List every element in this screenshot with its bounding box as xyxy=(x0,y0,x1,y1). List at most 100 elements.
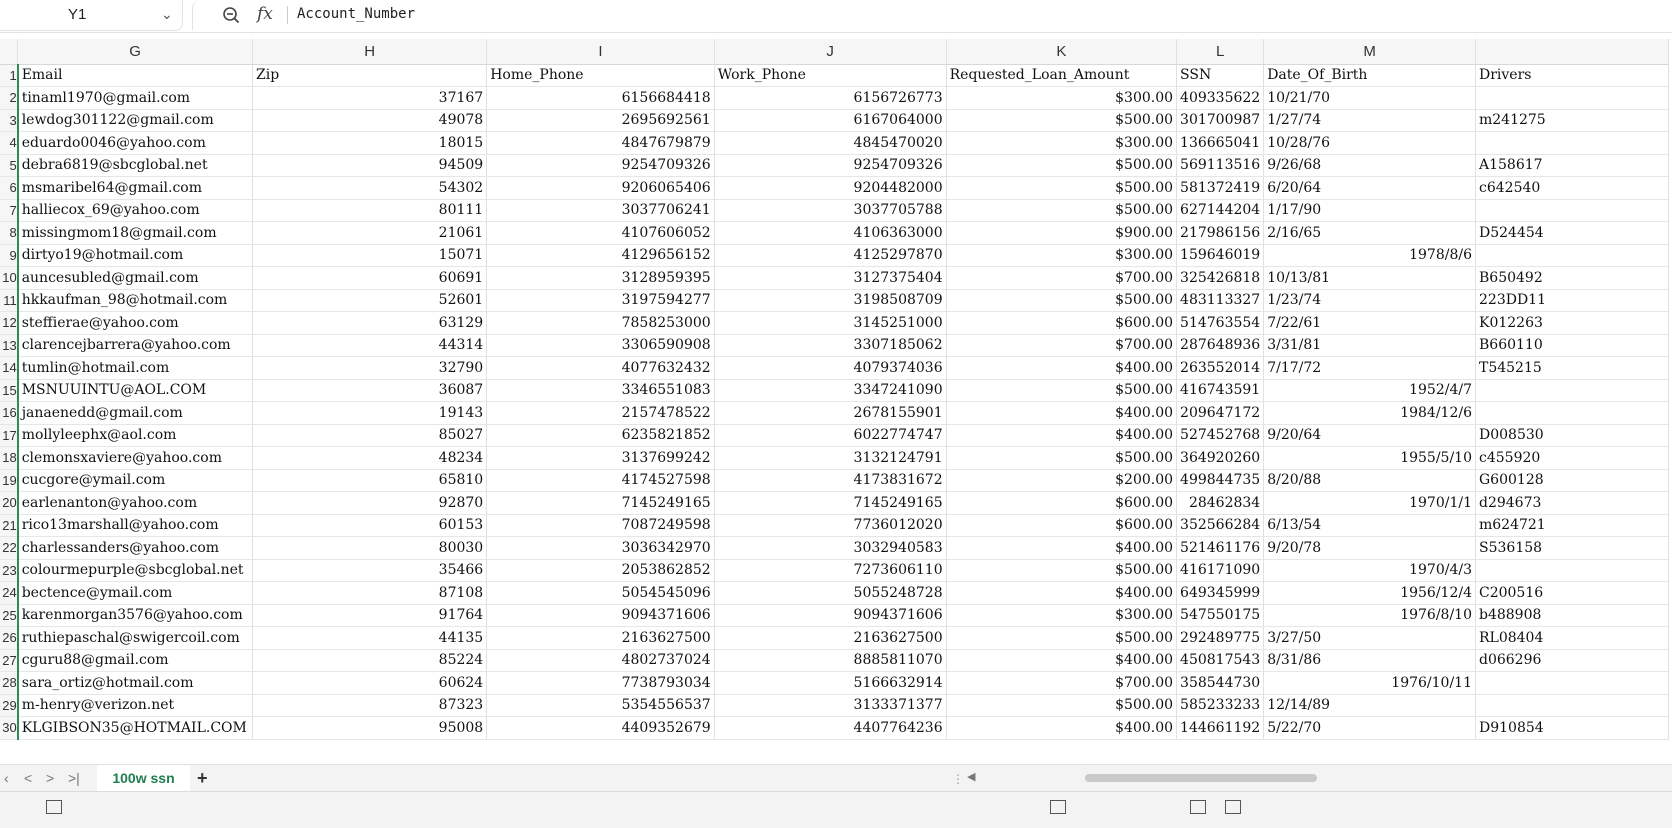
cell-email[interactable]: m-henry@verizon.net xyxy=(17,694,254,717)
cell-zip[interactable]: 60624 xyxy=(252,671,488,695)
cell-date-of-birth[interactable]: 1976/10/11 xyxy=(1263,671,1476,695)
cell-drivers[interactable]: G600128 xyxy=(1475,469,1669,492)
cell-drivers[interactable]: T545215 xyxy=(1475,356,1669,380)
cell-home-phone[interactable]: 3197594277 xyxy=(486,289,715,312)
cell-zip[interactable]: 32790 xyxy=(252,356,488,380)
cell-ssn[interactable]: 569113516 xyxy=(1176,154,1265,177)
cell-ssn[interactable]: 28462834 xyxy=(1176,491,1265,515)
cell-loan-amount[interactable]: $400.00 xyxy=(946,356,1178,380)
cell-email[interactable]: clemonsxaviere@yahoo.com xyxy=(17,446,254,470)
cell-home-phone[interactable]: 3346551083 xyxy=(486,379,715,402)
cell-drivers[interactable]: D524454 xyxy=(1475,221,1669,245)
cell-home-phone[interactable]: 3036342970 xyxy=(486,536,715,560)
cell-date-of-birth[interactable]: 6/20/64 xyxy=(1263,176,1476,200)
cell-loan-amount[interactable]: $600.00 xyxy=(946,311,1178,335)
cell-date-of-birth[interactable]: 7/17/72 xyxy=(1263,356,1476,380)
cell-drivers[interactable] xyxy=(1475,131,1669,155)
column-header-n[interactable] xyxy=(1475,39,1669,65)
cell-zip[interactable]: 60153 xyxy=(252,514,488,537)
cell-ssn[interactable]: 499844735 xyxy=(1176,469,1265,492)
name-box-value[interactable]: Y1 xyxy=(68,6,86,23)
cell-date-of-birth[interactable]: 9/26/68 xyxy=(1263,154,1476,177)
cell-loan-amount[interactable]: $400.00 xyxy=(946,716,1178,740)
cell-home-phone[interactable]: 6156684418 xyxy=(486,86,715,110)
cell-email[interactable]: hkkaufman_98@hotmail.com xyxy=(17,289,254,312)
cell-ssn[interactable]: 409335622 xyxy=(1176,86,1265,110)
row-header[interactable]: 6 xyxy=(0,176,19,200)
cell-drivers[interactable]: RL08404 xyxy=(1475,626,1669,650)
cell-ssn[interactable]: 136665041 xyxy=(1176,131,1265,155)
cell-ssn[interactable]: 364920260 xyxy=(1176,446,1265,470)
cell-loan-amount[interactable]: $500.00 xyxy=(946,199,1178,222)
cell-ssn[interactable]: 514763554 xyxy=(1176,311,1265,335)
column-header-h[interactable]: H xyxy=(252,39,488,65)
cell-home-phone[interactable]: 4174527598 xyxy=(486,469,715,492)
cell-home-phone[interactable]: 2053862852 xyxy=(486,559,715,582)
cell-ssn[interactable]: 301700987 xyxy=(1176,109,1265,132)
row-header[interactable]: 24 xyxy=(0,581,19,605)
row-header[interactable]: 3 xyxy=(0,109,19,132)
horizontal-scrollbar[interactable] xyxy=(975,774,1535,783)
cell-work-phone[interactable]: 9204482000 xyxy=(714,176,947,200)
row-header[interactable]: 29 xyxy=(0,694,19,717)
row-header[interactable]: 11 xyxy=(0,289,19,312)
cell-email[interactable]: rico13marshall@yahoo.com xyxy=(17,514,254,537)
cell-work-phone[interactable]: 9254709326 xyxy=(714,154,947,177)
cell-email[interactable]: halliecox_69@yahoo.com xyxy=(17,199,254,222)
row-header[interactable]: 17 xyxy=(0,424,19,447)
column-header-j[interactable]: J xyxy=(714,39,947,65)
cell-drivers[interactable]: C200516 xyxy=(1475,581,1669,605)
page-layout-icon[interactable] xyxy=(1225,800,1241,814)
row-header[interactable]: 22 xyxy=(0,536,19,560)
cell-date-of-birth[interactable]: 1984/12/6 xyxy=(1263,401,1476,425)
cell-work-phone[interactable]: 4106363000 xyxy=(714,221,947,245)
cell-drivers[interactable] xyxy=(1475,86,1669,110)
cell-home-phone[interactable]: 4107606052 xyxy=(486,221,715,245)
cell-home-phone[interactable]: 9254709326 xyxy=(486,154,715,177)
cell-email[interactable]: charlessanders@yahoo.com xyxy=(17,536,254,560)
cell-zip[interactable]: 52601 xyxy=(252,289,488,312)
cell-work-phone[interactable]: 5055248728 xyxy=(714,581,947,605)
row-header[interactable]: 13 xyxy=(0,334,19,357)
row-header[interactable]: 7 xyxy=(0,199,19,222)
cell-work-phone[interactable]: 3347241090 xyxy=(714,379,947,402)
cell[interactable]: Work_Phone xyxy=(714,64,947,87)
cell-work-phone[interactable]: 4079374036 xyxy=(714,356,947,380)
row-header[interactable]: 28 xyxy=(0,671,19,695)
row-header[interactable]: 25 xyxy=(0,604,19,627)
cell-ssn[interactable]: 209647172 xyxy=(1176,401,1265,425)
cell-loan-amount[interactable]: $500.00 xyxy=(946,379,1178,402)
cell-loan-amount[interactable]: $300.00 xyxy=(946,244,1178,267)
cell[interactable]: Requested_Loan_Amount xyxy=(946,64,1178,87)
cell-home-phone[interactable]: 7858253000 xyxy=(486,311,715,335)
cell-drivers[interactable] xyxy=(1475,559,1669,582)
cell-loan-amount[interactable]: $200.00 xyxy=(946,469,1178,492)
cell-ssn[interactable]: 416171090 xyxy=(1176,559,1265,582)
cell-email[interactable]: tinaml1970@gmail.com xyxy=(17,86,254,110)
cell-date-of-birth[interactable]: 3/31/81 xyxy=(1263,334,1476,357)
cell-drivers[interactable]: d066296 xyxy=(1475,649,1669,672)
cell-home-phone[interactable]: 4129656152 xyxy=(486,244,715,267)
cell-ssn[interactable]: 627144204 xyxy=(1176,199,1265,222)
cell-email[interactable]: msmaribel64@gmail.com xyxy=(17,176,254,200)
cell-zip[interactable]: 15071 xyxy=(252,244,488,267)
cell-ssn[interactable]: 263552014 xyxy=(1176,356,1265,380)
cell-loan-amount[interactable]: $600.00 xyxy=(946,491,1178,515)
cell-ssn[interactable]: 649345999 xyxy=(1176,581,1265,605)
cell-work-phone[interactable]: 5166632914 xyxy=(714,671,947,695)
cell-ssn[interactable]: 483113327 xyxy=(1176,289,1265,312)
cell-ssn[interactable]: 292489775 xyxy=(1176,626,1265,650)
cell-email[interactable]: sara_ortiz@hotmail.com xyxy=(17,671,254,695)
cell-work-phone[interactable]: 4845470020 xyxy=(714,131,947,155)
cell-drivers[interactable]: D910854 xyxy=(1475,716,1669,740)
cell-work-phone[interactable]: 3127375404 xyxy=(714,266,947,290)
cell-drivers[interactable]: D008530 xyxy=(1475,424,1669,447)
cell-work-phone[interactable]: 3307185062 xyxy=(714,334,947,357)
magnifier-icon[interactable] xyxy=(221,5,241,25)
cell-loan-amount[interactable]: $500.00 xyxy=(946,694,1178,717)
cell-drivers[interactable]: 223DD11 xyxy=(1475,289,1669,312)
cell-home-phone[interactable]: 5054545096 xyxy=(486,581,715,605)
cell-drivers[interactable]: B660110 xyxy=(1475,334,1669,357)
cell-loan-amount[interactable]: $700.00 xyxy=(946,266,1178,290)
cell-home-phone[interactable]: 7087249598 xyxy=(486,514,715,537)
